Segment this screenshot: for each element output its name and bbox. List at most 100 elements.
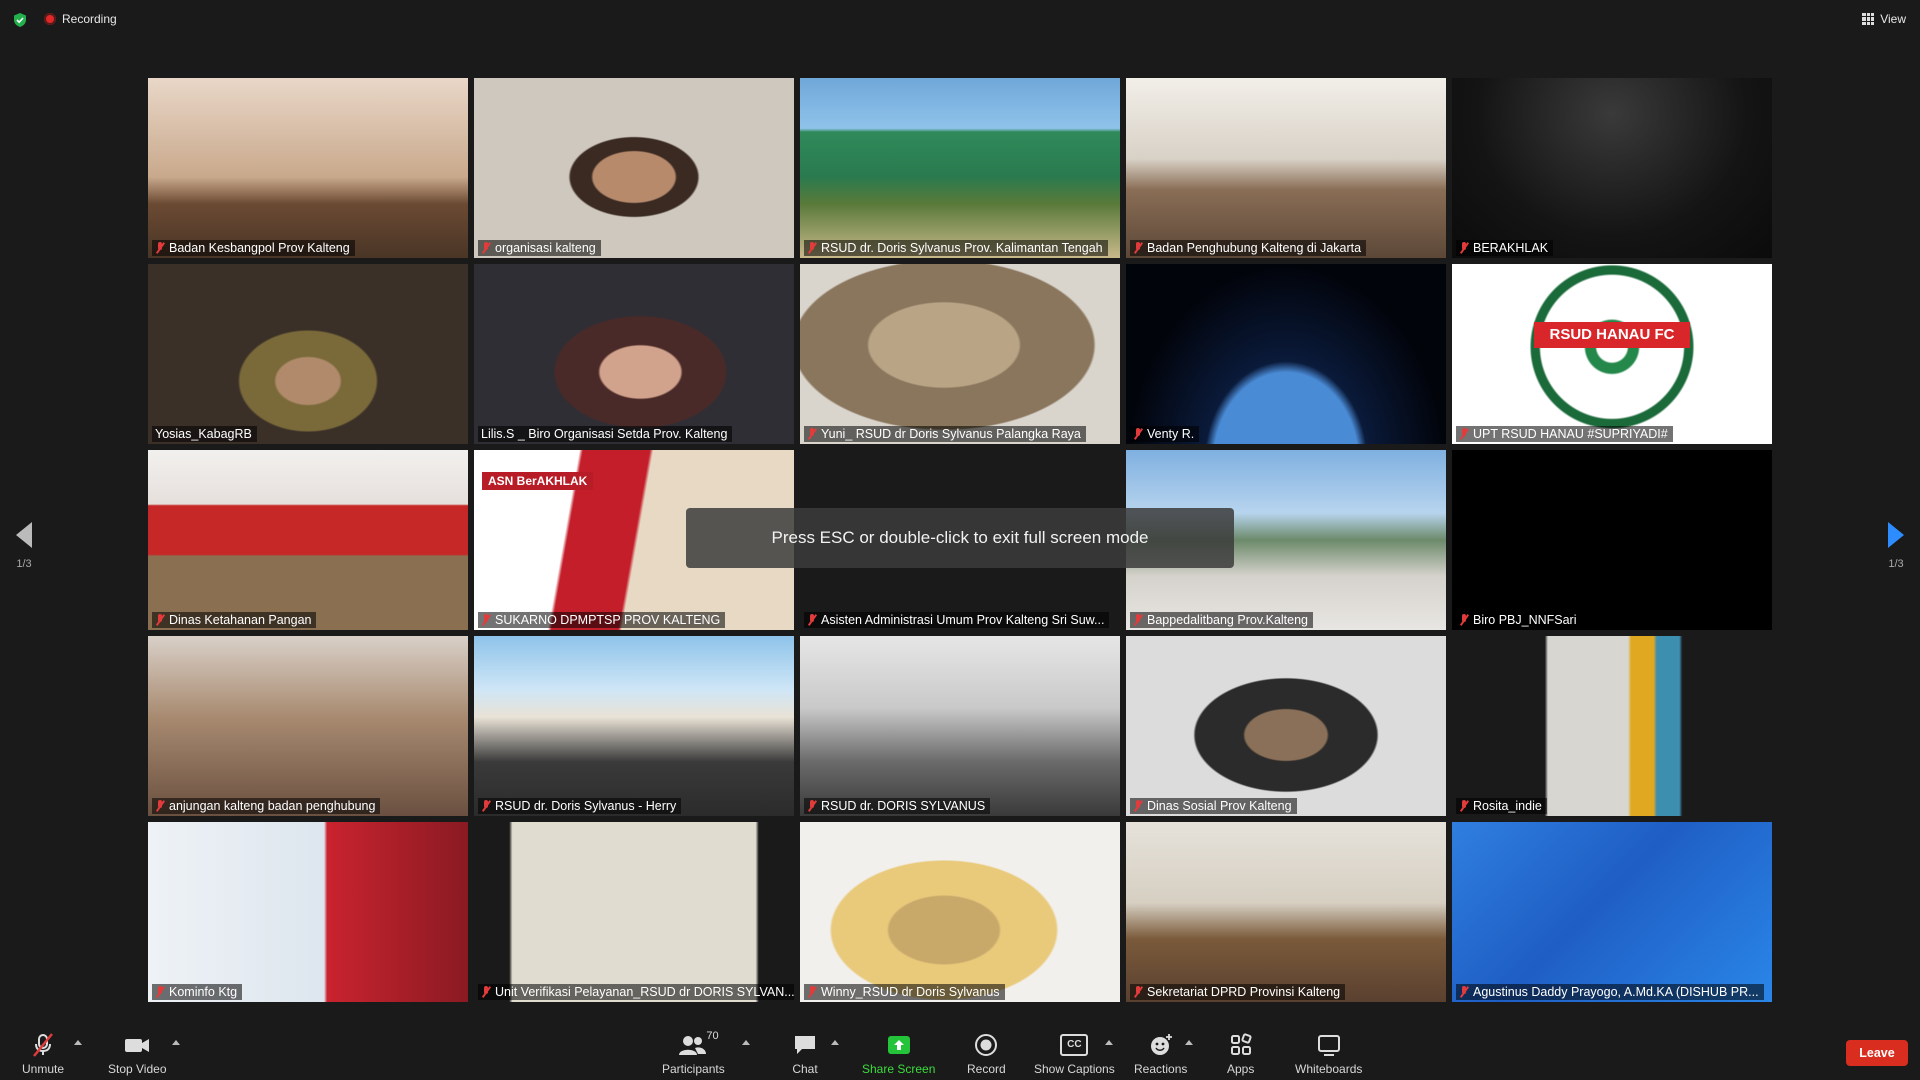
security-shield-icon[interactable] [12, 12, 28, 28]
previous-page[interactable]: 1/3 [16, 522, 32, 570]
mic-muted-icon [807, 242, 817, 254]
unmute-button[interactable]: Unmute [22, 1032, 64, 1076]
participant-tile[interactable]: RSUD dr. Doris Sylvanus - Herry [474, 636, 794, 816]
leave-button[interactable]: Leave [1846, 1040, 1908, 1066]
participant-tile[interactable]: RSUD dr. Doris Sylvanus Prov. Kalimantan… [800, 78, 1120, 258]
participant-count: 70 [706, 1030, 719, 1042]
mic-muted-icon [155, 986, 165, 998]
next-page[interactable]: 1/3 [1888, 522, 1904, 570]
participant-tile[interactable]: Kominfo Ktg [148, 822, 468, 1002]
participant-tile[interactable]: organisasi kalteng [474, 78, 794, 258]
whiteboards-button[interactable]: Whiteboards [1295, 1032, 1362, 1076]
whiteboard-icon [1316, 1032, 1342, 1058]
participant-tile[interactable]: Dinas Ketahanan Pangan [148, 450, 468, 630]
apps-icon [1228, 1032, 1254, 1058]
page-indicator-right: 1/3 [1888, 558, 1904, 570]
participant-tile[interactable]: Biro PBJ_NNFSari [1452, 450, 1772, 630]
apps-button[interactable]: Apps [1227, 1032, 1254, 1076]
participants-button[interactable]: 70 Participants [662, 1030, 725, 1076]
recording-indicator[interactable]: Recording [44, 12, 117, 26]
video-feed [1452, 450, 1772, 630]
arrow-left-icon[interactable] [16, 522, 32, 548]
participants-icon: 70 [678, 1030, 719, 1058]
mic-muted-icon [807, 800, 817, 812]
captions-chevron-icon[interactable] [1105, 1040, 1113, 1045]
stop-video-button[interactable]: Stop Video [108, 1032, 167, 1076]
participant-tile[interactable]: anjungan kalteng badan penghubung [148, 636, 468, 816]
participant-name-label: Yosias_KabagRB [152, 426, 257, 442]
participant-name-label: Venty R. [1130, 426, 1200, 442]
participant-name: SUKARNO DPMPTSP PROV KALTENG [495, 613, 721, 627]
participant-tile[interactable]: Rosita_indie [1452, 636, 1772, 816]
share-screen-button[interactable]: Share Screen [862, 1032, 935, 1076]
video-feed [800, 264, 1120, 444]
fullscreen-toast: Press ESC or double-click to exit full s… [686, 508, 1234, 568]
video-feed [1452, 636, 1772, 816]
mic-muted-icon [1133, 428, 1143, 440]
chat-icon [792, 1032, 818, 1058]
mic-muted-icon [155, 242, 165, 254]
show-captions-button[interactable]: CC Show Captions [1034, 1032, 1115, 1076]
mic-muted-icon [155, 614, 165, 626]
participant-name: UPT RSUD HANAU #SUPRIYADI# [1473, 427, 1668, 441]
participant-name: Rosita_indie [1473, 799, 1542, 813]
mic-muted-icon [1459, 614, 1469, 626]
chat-label: Chat [792, 1062, 818, 1076]
participant-tile[interactable]: Lilis.S _ Biro Organisasi Setda Prov. Ka… [474, 264, 794, 444]
participant-tile[interactable]: Unit Verifikasi Pelayanan_RSUD dr DORIS … [474, 822, 794, 1002]
video-feed [1126, 822, 1446, 1002]
arrow-right-icon[interactable] [1888, 522, 1904, 548]
participant-tile[interactable]: Agustinus Daddy Prayogo, A.Md.KA (DISHUB… [1452, 822, 1772, 1002]
participant-tile[interactable]: Yosias_KabagRB [148, 264, 468, 444]
view-label: View [1880, 12, 1906, 26]
mic-muted-icon [481, 800, 491, 812]
participant-name-label: BERAKHLAK [1456, 240, 1554, 256]
participant-name-label: Badan Kesbangpol Prov Kalteng [152, 240, 355, 256]
video-feed [800, 636, 1120, 816]
participant-tile[interactable]: Badan Kesbangpol Prov Kalteng [148, 78, 468, 258]
mic-muted-icon [155, 800, 165, 812]
participant-name: BERAKHLAK [1473, 241, 1549, 255]
participant-name: Agustinus Daddy Prayogo, A.Md.KA (DISHUB… [1473, 985, 1759, 999]
video-feed [1452, 78, 1772, 258]
participant-name: Yuni_ RSUD dr Doris Sylvanus Palangka Ra… [821, 427, 1081, 441]
participant-tile[interactable]: RSUD dr. DORIS SYLVANUS [800, 636, 1120, 816]
participant-name: Venty R. [1147, 427, 1195, 441]
participant-tile[interactable]: Sekretariat DPRD Provinsi Kalteng [1126, 822, 1446, 1002]
video-feed [148, 264, 468, 444]
video-feed [474, 822, 794, 1002]
video-options-chevron-icon[interactable] [172, 1040, 180, 1045]
participant-name-label: Winny_RSUD dr Doris Sylvanus [804, 984, 1005, 1000]
audio-options-chevron-icon[interactable] [74, 1040, 82, 1045]
participant-name-label: Bappedalitbang Prov.Kalteng [1130, 612, 1313, 628]
chat-button[interactable]: Chat [792, 1032, 818, 1076]
mic-muted-icon [481, 242, 491, 254]
participant-tile[interactable]: Winny_RSUD dr Doris Sylvanus [800, 822, 1120, 1002]
reactions-chevron-icon[interactable] [1185, 1040, 1193, 1045]
participant-tile[interactable]: BERAKHLAK [1452, 78, 1772, 258]
participant-name: RSUD dr. Doris Sylvanus - Herry [495, 799, 677, 813]
record-icon [973, 1032, 999, 1058]
participant-tile[interactable]: Dinas Sosial Prov Kalteng [1126, 636, 1446, 816]
meeting-toolbar: Unmute Stop Video 70 Participants Chat S… [0, 1018, 1920, 1080]
view-button[interactable]: View [1862, 12, 1906, 26]
participant-name: Yosias_KabagRB [155, 427, 252, 441]
participant-tile[interactable]: Venty R. [1126, 264, 1446, 444]
participant-tile[interactable]: Yuni_ RSUD dr Doris Sylvanus Palangka Ra… [800, 264, 1120, 444]
chat-chevron-icon[interactable] [831, 1040, 839, 1045]
reactions-button[interactable]: Reactions [1134, 1032, 1187, 1076]
mic-muted-icon [1133, 800, 1143, 812]
participant-name: Sekretariat DPRD Provinsi Kalteng [1147, 985, 1341, 999]
video-feed [148, 78, 468, 258]
participant-tile[interactable]: Badan Penghubung Kalteng di Jakarta [1126, 78, 1446, 258]
participant-name-label: Asisten Administrasi Umum Prov Kalteng S… [804, 612, 1110, 628]
mic-muted-icon [1459, 428, 1469, 440]
participants-chevron-icon[interactable] [742, 1040, 750, 1045]
video-feed [1452, 264, 1772, 444]
share-screen-label: Share Screen [862, 1062, 936, 1076]
participant-name-label: Rosita_indie [1456, 798, 1547, 814]
record-button[interactable]: Record [967, 1032, 1006, 1076]
participant-name: Badan Kesbangpol Prov Kalteng [169, 241, 350, 255]
participant-tile[interactable]: RSUD HANAU FC UPT RSUD HANAU #SUPRIYADI# [1452, 264, 1772, 444]
show-captions-label: Show Captions [1034, 1062, 1115, 1076]
